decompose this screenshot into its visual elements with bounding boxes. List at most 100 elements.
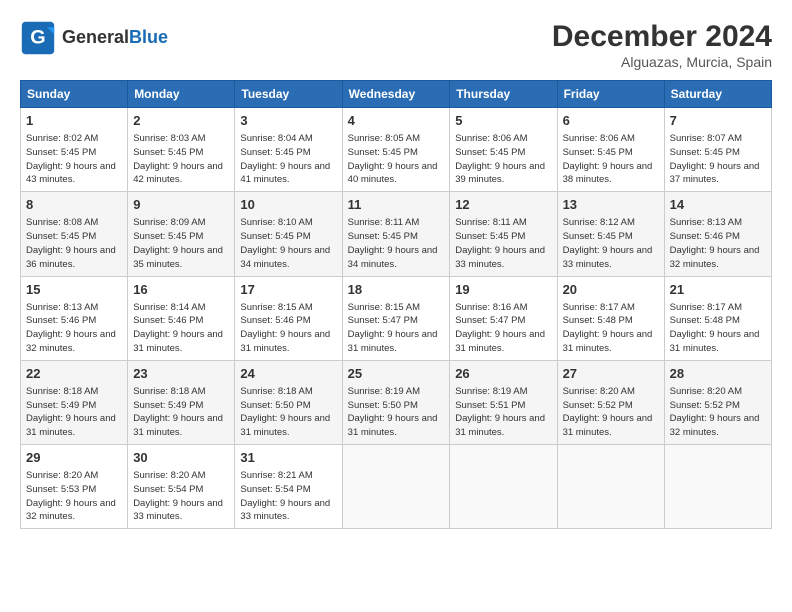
day-info: Sunrise: 8:13 AMSunset: 5:46 PMDaylight:…: [670, 216, 766, 271]
weekday-header: Friday: [557, 81, 664, 108]
day-number: 9: [133, 196, 229, 214]
calendar-cell: 24 Sunrise: 8:18 AMSunset: 5:50 PMDayligh…: [235, 360, 342, 444]
page-header: G GeneralBlue December 2024 Alguazas, Mu…: [20, 20, 772, 70]
calendar-cell: [557, 445, 664, 529]
day-info: Sunrise: 8:10 AMSunset: 5:45 PMDaylight:…: [240, 216, 336, 271]
day-info: Sunrise: 8:11 AMSunset: 5:45 PMDaylight:…: [455, 216, 551, 271]
day-number: 19: [455, 281, 551, 299]
weekday-header: Wednesday: [342, 81, 450, 108]
calendar-cell: 21Sunrise: 8:17 AMSunset: 5:48 PMDayligh…: [664, 276, 771, 360]
day-info: Sunrise: 8:17 AMSunset: 5:48 PMDaylight:…: [563, 301, 659, 356]
calendar-cell: [450, 445, 557, 529]
day-number: 27: [563, 365, 659, 383]
day-info: Sunrise: 8:21 AMSunset: 5:54 PMDaylight:…: [240, 469, 336, 524]
calendar-cell: 29 Sunrise: 8:20 AMSunset: 5:53 PMDayligh…: [21, 445, 128, 529]
weekday-header: Thursday: [450, 81, 557, 108]
day-number: 8: [26, 196, 122, 214]
day-number: 5: [455, 112, 551, 130]
calendar-week-row: 15 Sunrise: 8:13 AMSunset: 5:46 PMDayligh…: [21, 276, 772, 360]
day-number: 28: [670, 365, 766, 383]
day-info: Sunrise: 8:18 AMSunset: 5:49 PMDaylight:…: [133, 385, 229, 440]
day-info: Sunrise: 8:11 AMSunset: 5:45 PMDaylight:…: [348, 216, 445, 271]
day-info: Sunrise: 8:18 AMSunset: 5:49 PMDaylight:…: [26, 385, 122, 440]
calendar-cell: 7 Sunrise: 8:07 AMSunset: 5:45 PMDaylight…: [664, 108, 771, 192]
day-number: 25: [348, 365, 445, 383]
day-number: 23: [133, 365, 229, 383]
calendar-cell: 30Sunrise: 8:20 AMSunset: 5:54 PMDayligh…: [128, 445, 235, 529]
calendar-cell: 18 Sunrise: 8:15 AMSunset: 5:47 PMDayligh…: [342, 276, 450, 360]
day-info: Sunrise: 8:02 AMSunset: 5:45 PMDaylight:…: [26, 132, 122, 187]
day-info: Sunrise: 8:09 AMSunset: 5:45 PMDaylight:…: [133, 216, 229, 271]
calendar-cell: 28 Sunrise: 8:20 AMSunset: 5:52 PMDayligh…: [664, 360, 771, 444]
day-info: Sunrise: 8:15 AMSunset: 5:46 PMDaylight:…: [240, 301, 336, 356]
day-number: 18: [348, 281, 445, 299]
svg-text:G: G: [30, 26, 45, 48]
day-number: 1: [26, 112, 122, 130]
calendar-cell: [342, 445, 450, 529]
calendar-cell: 17 Sunrise: 8:15 AMSunset: 5:46 PMDayligh…: [235, 276, 342, 360]
calendar-week-row: 22 Sunrise: 8:18 AMSunset: 5:49 PMDayligh…: [21, 360, 772, 444]
day-info: Sunrise: 8:03 AMSunset: 5:45 PMDaylight:…: [133, 132, 229, 187]
calendar-cell: 9 Sunrise: 8:09 AMSunset: 5:45 PMDaylight…: [128, 192, 235, 276]
day-info: Sunrise: 8:20 AMSunset: 5:52 PMDaylight:…: [670, 385, 766, 440]
day-number: 16: [133, 281, 229, 299]
calendar-cell: 19 Sunrise: 8:16 AMSunset: 5:47 PMDayligh…: [450, 276, 557, 360]
calendar-cell: 8 Sunrise: 8:08 AMSunset: 5:45 PMDaylight…: [21, 192, 128, 276]
day-info: Sunrise: 8:08 AMSunset: 5:45 PMDaylight:…: [26, 216, 122, 271]
day-info: Sunrise: 8:19 AMSunset: 5:51 PMDaylight:…: [455, 385, 551, 440]
calendar-cell: 16 Sunrise: 8:14 AMSunset: 5:46 PMDayligh…: [128, 276, 235, 360]
day-number: 20: [563, 281, 659, 299]
calendar-cell: 27 Sunrise: 8:20 AMSunset: 5:52 PMDayligh…: [557, 360, 664, 444]
day-number: 29: [26, 449, 122, 467]
day-info: Sunrise: 8:07 AMSunset: 5:45 PMDaylight:…: [670, 132, 766, 187]
weekday-header: Tuesday: [235, 81, 342, 108]
day-info: Sunrise: 8:18 AMSunset: 5:50 PMDaylight:…: [240, 385, 336, 440]
location: Alguazas, Murcia, Spain: [552, 54, 772, 70]
day-info: Sunrise: 8:20 AMSunset: 5:52 PMDaylight:…: [563, 385, 659, 440]
calendar-header: SundayMondayTuesdayWednesdayThursdayFrid…: [21, 81, 772, 108]
calendar-cell: 11 Sunrise: 8:11 AMSunset: 5:45 PMDayligh…: [342, 192, 450, 276]
day-info: Sunrise: 8:20 AMSunset: 5:53 PMDaylight:…: [26, 469, 122, 524]
day-number: 3: [240, 112, 336, 130]
day-info: Sunrise: 8:15 AMSunset: 5:47 PMDaylight:…: [348, 301, 445, 356]
day-info: Sunrise: 8:06 AMSunset: 5:45 PMDaylight:…: [455, 132, 551, 187]
calendar-cell: 2 Sunrise: 8:03 AMSunset: 5:45 PMDaylight…: [128, 108, 235, 192]
calendar-cell: 13Sunrise: 8:12 AMSunset: 5:45 PMDayligh…: [557, 192, 664, 276]
weekday-header: Sunday: [21, 81, 128, 108]
day-number: 26: [455, 365, 551, 383]
day-number: 14: [670, 196, 766, 214]
calendar-cell: 5 Sunrise: 8:06 AMSunset: 5:45 PMDaylight…: [450, 108, 557, 192]
weekday-header: Monday: [128, 81, 235, 108]
day-number: 7: [670, 112, 766, 130]
day-number: 22: [26, 365, 122, 383]
day-info: Sunrise: 8:05 AMSunset: 5:45 PMDaylight:…: [348, 132, 445, 187]
calendar-cell: 23 Sunrise: 8:18 AMSunset: 5:49 PMDayligh…: [128, 360, 235, 444]
logo-line1: GeneralBlue: [62, 28, 168, 48]
day-number: 2: [133, 112, 229, 130]
day-number: 24: [240, 365, 336, 383]
logo-icon: G: [20, 20, 56, 56]
day-info: Sunrise: 8:20 AMSunset: 5:54 PMDaylight:…: [133, 469, 229, 524]
day-number: 31: [240, 449, 336, 467]
calendar-cell: 31 Sunrise: 8:21 AMSunset: 5:54 PMDayligh…: [235, 445, 342, 529]
weekday-header: Saturday: [664, 81, 771, 108]
weekday-row: SundayMondayTuesdayWednesdayThursdayFrid…: [21, 81, 772, 108]
day-info: Sunrise: 8:13 AMSunset: 5:46 PMDaylight:…: [26, 301, 122, 356]
calendar-cell: 6Sunrise: 8:06 AMSunset: 5:45 PMDaylight…: [557, 108, 664, 192]
calendar-cell: 3Sunrise: 8:04 AMSunset: 5:45 PMDaylight…: [235, 108, 342, 192]
calendar-week-row: 1 Sunrise: 8:02 AMSunset: 5:45 PMDaylight…: [21, 108, 772, 192]
day-info: Sunrise: 8:14 AMSunset: 5:46 PMDaylight:…: [133, 301, 229, 356]
calendar-cell: 26 Sunrise: 8:19 AMSunset: 5:51 PMDayligh…: [450, 360, 557, 444]
calendar-cell: 12 Sunrise: 8:11 AMSunset: 5:45 PMDayligh…: [450, 192, 557, 276]
calendar-cell: 14 Sunrise: 8:13 AMSunset: 5:46 PMDayligh…: [664, 192, 771, 276]
day-number: 21: [670, 281, 766, 299]
day-number: 17: [240, 281, 336, 299]
day-number: 10: [240, 196, 336, 214]
day-info: Sunrise: 8:16 AMSunset: 5:47 PMDaylight:…: [455, 301, 551, 356]
day-number: 15: [26, 281, 122, 299]
calendar-week-row: 8 Sunrise: 8:08 AMSunset: 5:45 PMDaylight…: [21, 192, 772, 276]
day-info: Sunrise: 8:12 AMSunset: 5:45 PMDaylight:…: [563, 216, 659, 271]
day-number: 11: [348, 196, 445, 214]
calendar-table: SundayMondayTuesdayWednesdayThursdayFrid…: [20, 80, 772, 529]
day-number: 12: [455, 196, 551, 214]
